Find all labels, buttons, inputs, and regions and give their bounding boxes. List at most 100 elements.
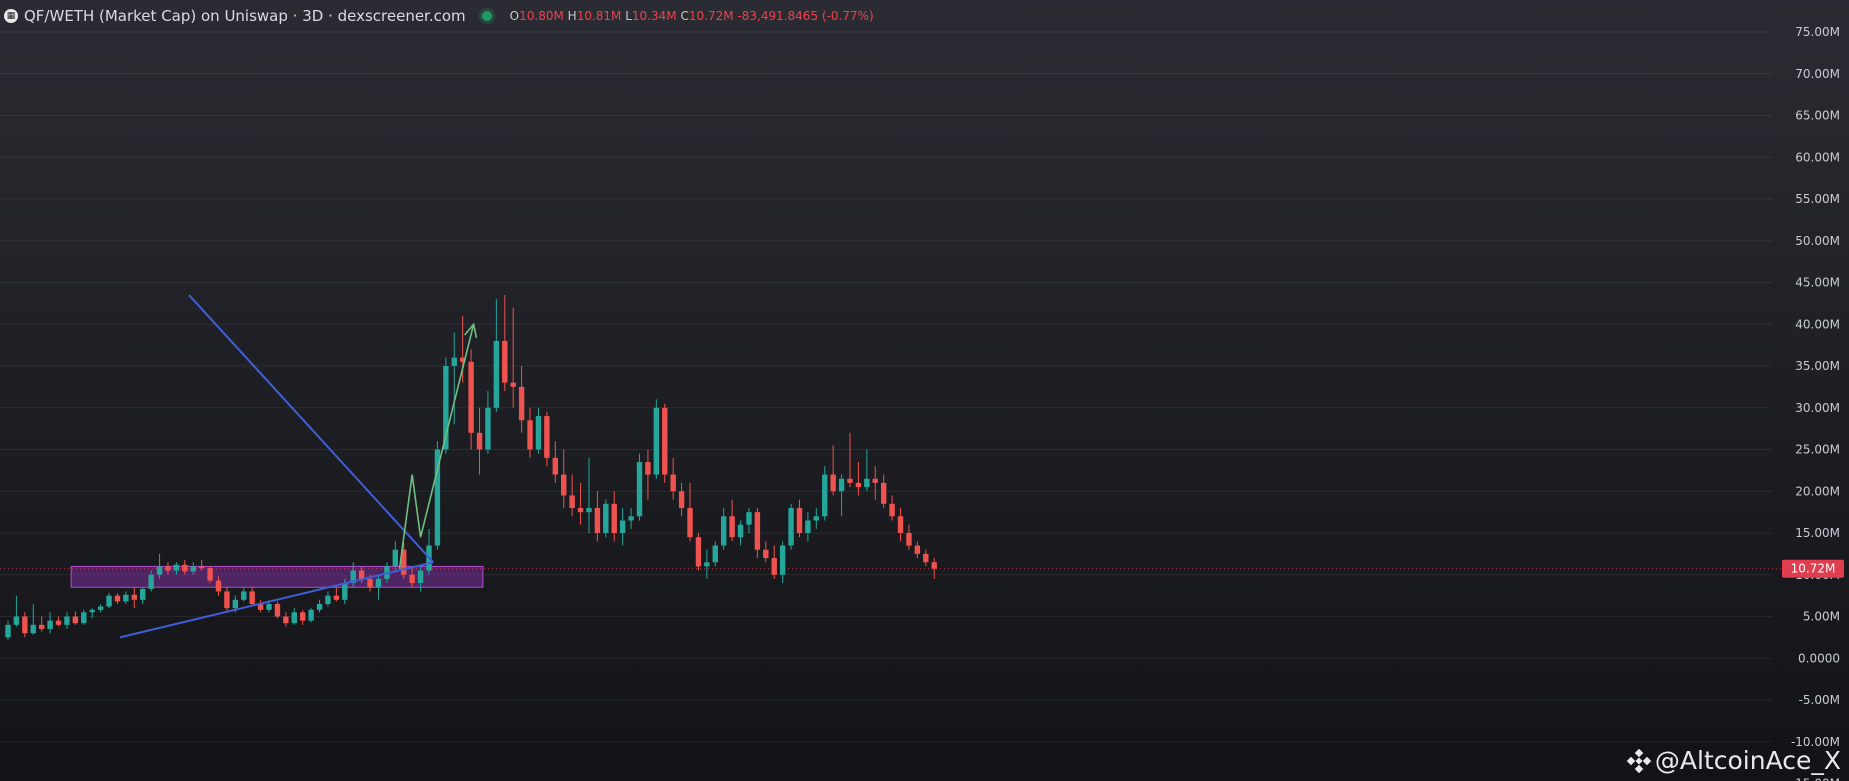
candle-body bbox=[712, 545, 718, 563]
candle bbox=[662, 403, 668, 483]
candle-body bbox=[662, 407, 668, 475]
y-tick-label: 5.00M bbox=[1803, 610, 1840, 624]
y-tick-label: -5.00M bbox=[1799, 693, 1840, 707]
candle-body bbox=[737, 524, 744, 538]
candle bbox=[746, 507, 752, 533]
high-value: 10.81M bbox=[576, 9, 622, 23]
candle bbox=[670, 457, 676, 500]
candle bbox=[796, 499, 803, 538]
candle bbox=[847, 432, 853, 488]
candle bbox=[47, 612, 53, 634]
candle bbox=[619, 507, 626, 546]
candle bbox=[880, 474, 887, 508]
candle bbox=[931, 558, 937, 579]
candle bbox=[678, 482, 685, 517]
candle-body bbox=[198, 566, 205, 569]
candle-body bbox=[754, 512, 761, 550]
y-axis: 75.00M 70.00M 65.00M 60.00M 55.00M 50.00M 45.0… bbox=[1791, 25, 1840, 781]
candle bbox=[392, 541, 399, 571]
candle bbox=[97, 603, 104, 613]
candle-body bbox=[678, 491, 685, 508]
candle-body bbox=[619, 520, 626, 533]
candle-body bbox=[47, 620, 53, 630]
candle-body bbox=[409, 574, 415, 584]
candle bbox=[106, 593, 112, 609]
candle-body bbox=[923, 553, 929, 563]
candle-body bbox=[392, 549, 399, 567]
candle bbox=[763, 541, 769, 563]
y-tick-label: -15.00M bbox=[1791, 777, 1840, 781]
candle-body bbox=[763, 549, 769, 559]
candle-body bbox=[493, 340, 500, 408]
candle-body bbox=[123, 594, 129, 602]
candle bbox=[712, 541, 718, 567]
candle bbox=[241, 587, 247, 602]
candle bbox=[325, 591, 331, 607]
candle bbox=[754, 507, 761, 559]
candle-body bbox=[510, 382, 516, 387]
candle-body bbox=[190, 566, 196, 572]
candle bbox=[636, 453, 643, 521]
candle bbox=[611, 491, 617, 542]
candle-body bbox=[695, 537, 702, 567]
candle-body bbox=[577, 507, 584, 513]
candle-body bbox=[156, 566, 163, 575]
candle-body bbox=[636, 462, 643, 517]
candle-body bbox=[81, 612, 87, 624]
candle bbox=[140, 587, 146, 604]
candle-body bbox=[721, 516, 727, 546]
candle bbox=[224, 587, 230, 613]
candle bbox=[308, 608, 314, 623]
y-tick-label: 75.00M bbox=[1795, 25, 1840, 39]
candle bbox=[510, 307, 516, 408]
candle-body bbox=[224, 591, 230, 609]
candle-body bbox=[796, 507, 803, 533]
candle bbox=[569, 474, 575, 517]
candle-body bbox=[173, 564, 180, 571]
candle bbox=[207, 566, 213, 584]
candle bbox=[771, 545, 777, 579]
y-tick-label: 15.00M bbox=[1795, 526, 1840, 540]
candle bbox=[628, 507, 634, 529]
y-tick-label: 40.00M bbox=[1795, 317, 1840, 331]
price-chart[interactable]: 75.00M 70.00M 65.00M 60.00M 55.00M 50.00M 45.0… bbox=[0, 0, 1849, 781]
y-tick-label: 30.00M bbox=[1795, 401, 1840, 415]
y-tick-label: 60.00M bbox=[1795, 150, 1840, 164]
candle-body bbox=[889, 503, 895, 517]
candle bbox=[889, 495, 895, 521]
candle bbox=[476, 407, 483, 475]
candle-body bbox=[670, 474, 676, 492]
candle-body bbox=[325, 595, 331, 604]
last-price-label: 10.72M bbox=[1791, 562, 1836, 576]
candle-body bbox=[308, 609, 314, 621]
y-tick-label: 25.00M bbox=[1795, 443, 1840, 457]
candle-body bbox=[274, 603, 281, 617]
candle bbox=[653, 399, 660, 479]
author-watermark: @AltcoinAce_X bbox=[1626, 746, 1841, 775]
candle-body bbox=[342, 583, 348, 600]
candle bbox=[737, 520, 744, 546]
chart-header: ▦ QF/WETH (Market Cap) on Uniswap · 3D ·… bbox=[4, 6, 874, 26]
candle-body bbox=[333, 595, 340, 600]
candle-body bbox=[131, 594, 137, 600]
candle bbox=[779, 541, 786, 584]
candle bbox=[813, 507, 820, 529]
candle-body bbox=[628, 516, 634, 521]
candle bbox=[552, 441, 558, 483]
candle-body bbox=[106, 595, 112, 607]
y-tick-label: 50.00M bbox=[1795, 234, 1840, 248]
candle-body bbox=[5, 624, 11, 638]
candle bbox=[274, 601, 281, 619]
chart-stage: 75.00M 70.00M 65.00M 60.00M 55.00M 50.00M 45.0… bbox=[0, 0, 1849, 781]
candle bbox=[64, 612, 70, 630]
candle bbox=[30, 603, 36, 635]
candle bbox=[544, 411, 550, 467]
candle bbox=[283, 612, 289, 627]
candle-body bbox=[232, 599, 239, 609]
candle bbox=[485, 391, 491, 454]
candle bbox=[695, 533, 702, 571]
candle-body bbox=[114, 595, 121, 602]
candle bbox=[72, 611, 79, 625]
candle-body bbox=[97, 606, 104, 610]
candle bbox=[114, 593, 121, 604]
